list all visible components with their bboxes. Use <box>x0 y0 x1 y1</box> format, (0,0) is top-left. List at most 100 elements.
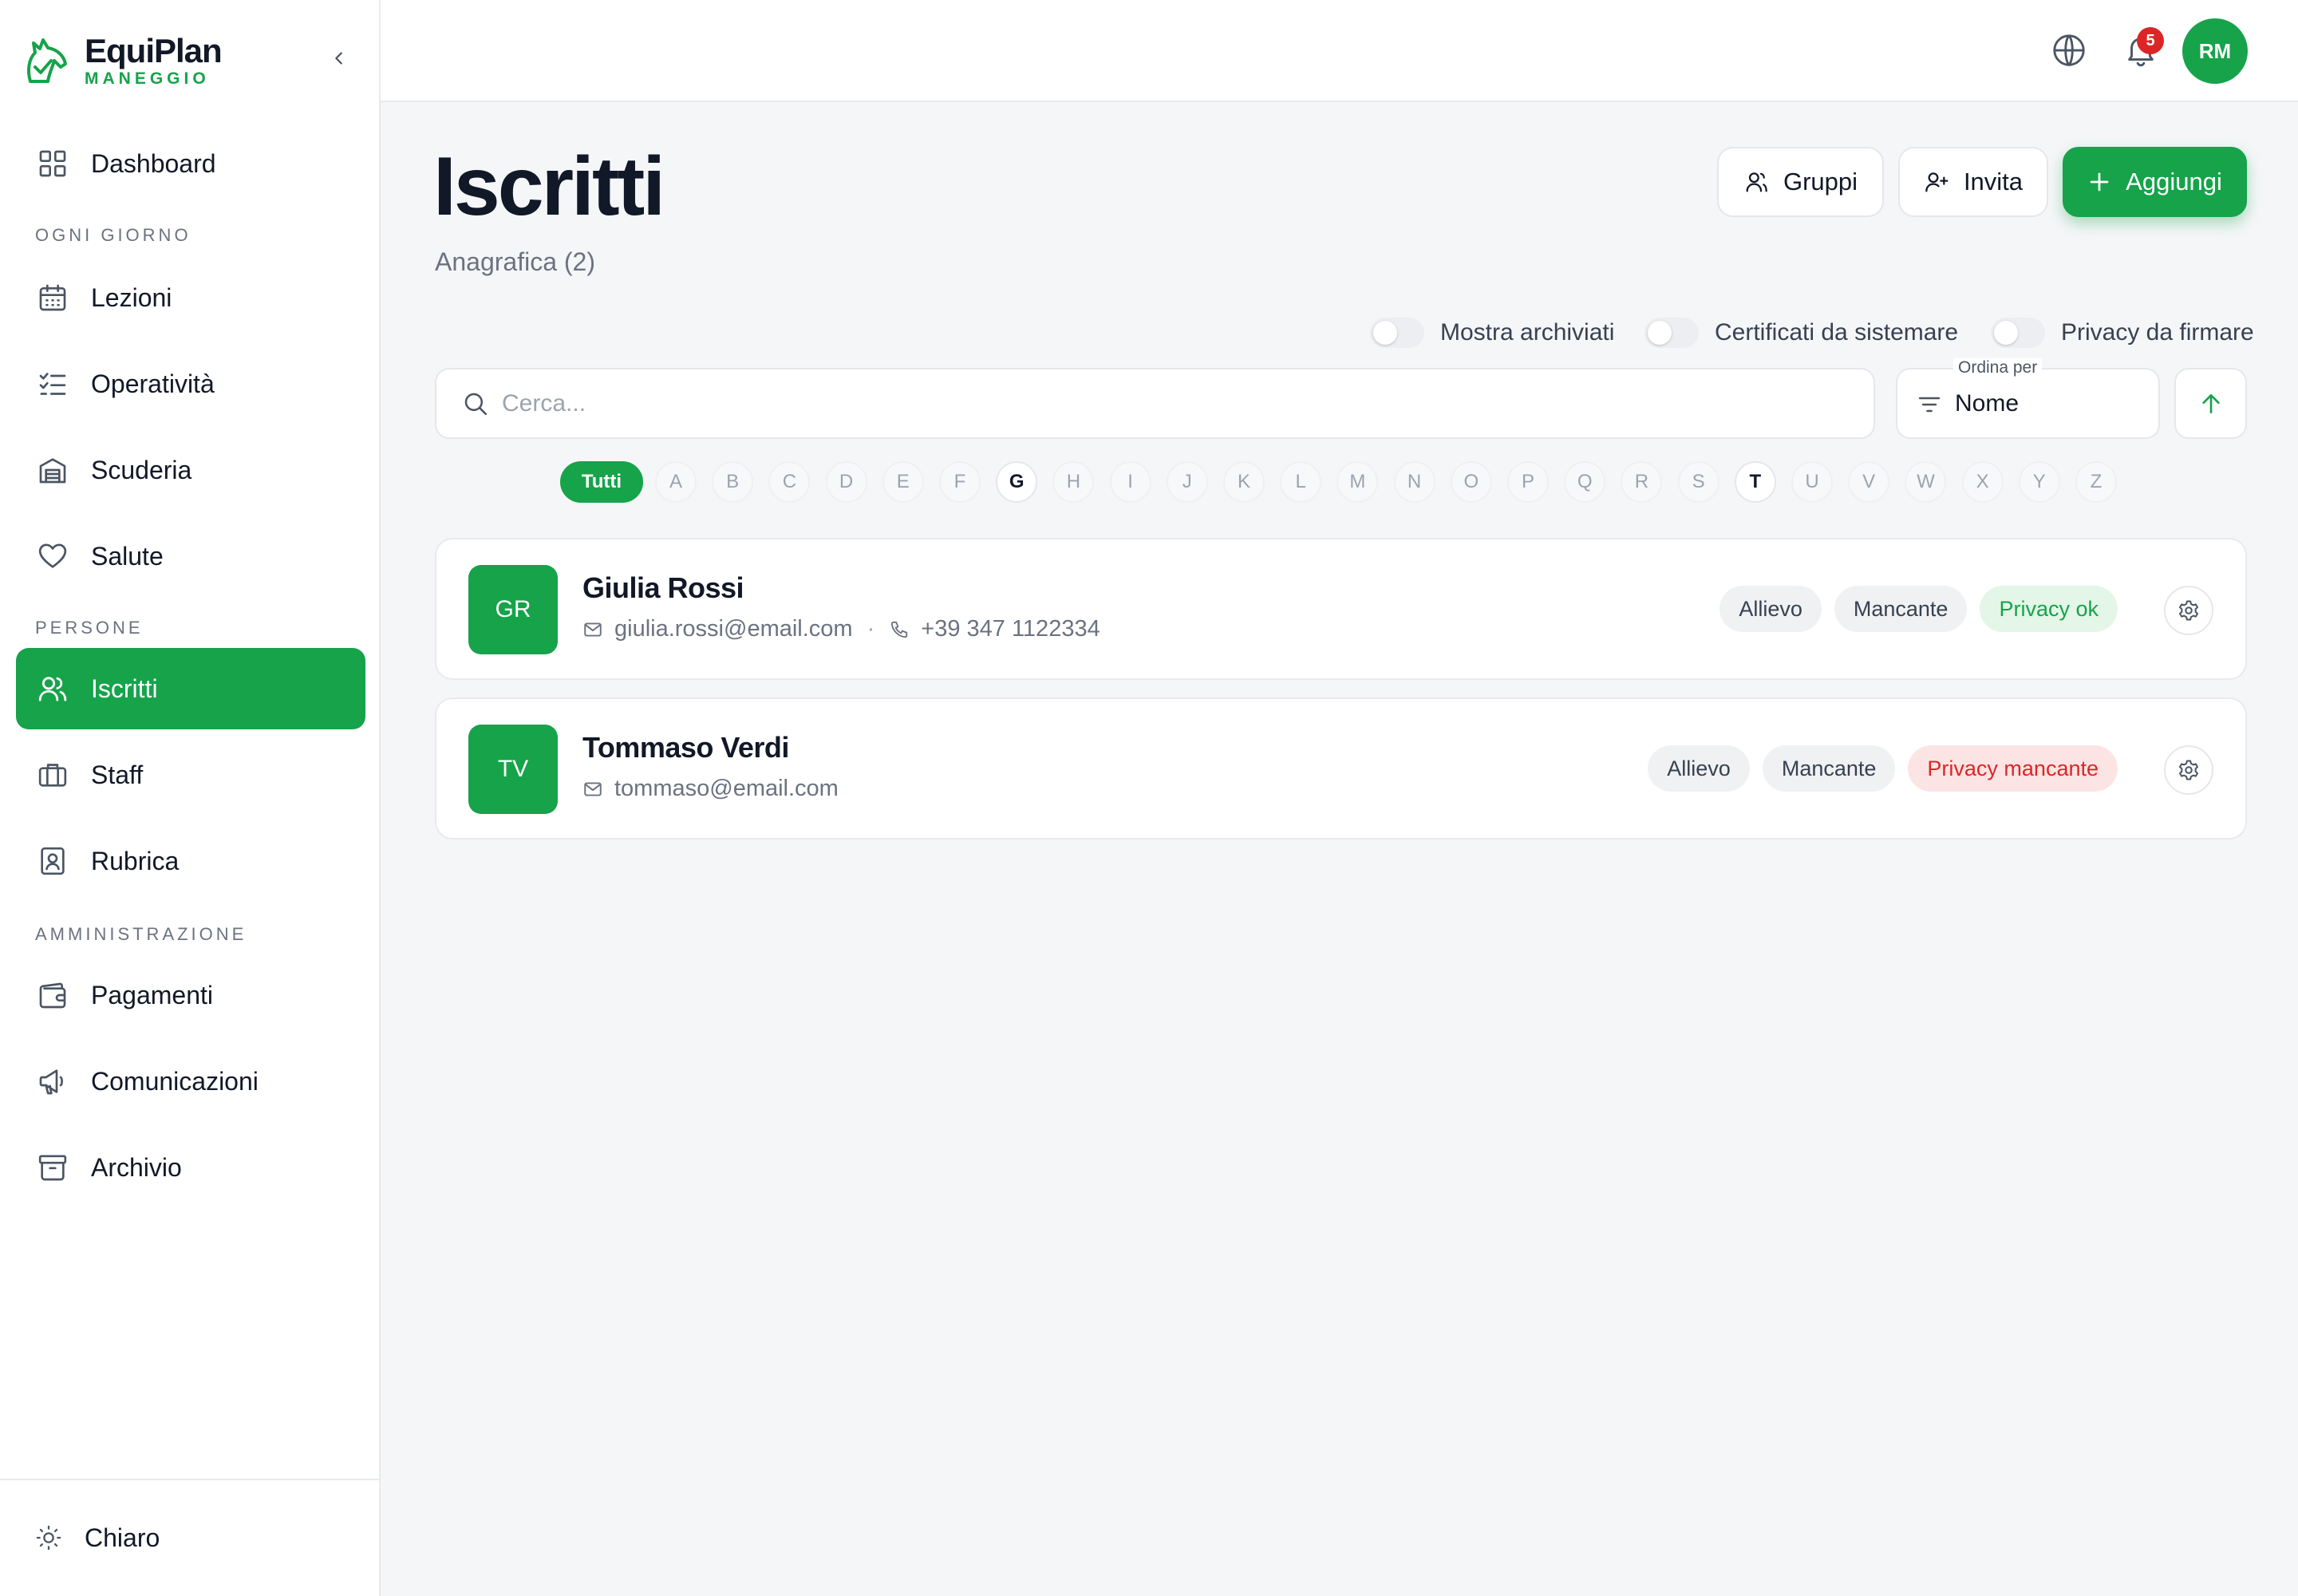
brand-logo-link[interactable]: EquiPlan MANEGGIO <box>22 29 223 93</box>
sidebar-item-operativita[interactable]: Operatività <box>16 343 365 425</box>
member-email[interactable]: tommaso@email.com <box>614 776 839 802</box>
alphabet-letter-l[interactable]: L <box>1280 461 1322 503</box>
alphabet-letter-x[interactable]: X <box>1961 461 2004 503</box>
member-card[interactable]: GR Giulia Rossi giulia.rossi@email.com ·… <box>435 538 2247 680</box>
add-button[interactable]: Aggiungi <box>2063 147 2247 217</box>
alphabet-letter-j[interactable]: J <box>1166 461 1208 503</box>
phone-icon <box>891 621 908 638</box>
sidebar-item-label: Comunicazioni <box>91 1066 259 1096</box>
page-title: Iscritti <box>433 140 665 233</box>
sidebar-item-pagamenti[interactable]: Pagamenti <box>16 954 365 1036</box>
member-avatar: TV <box>468 725 558 814</box>
gear-icon <box>2179 600 2198 621</box>
alphabet-letter-q[interactable]: Q <box>1564 461 1606 503</box>
member-email[interactable]: giulia.rossi@email.com <box>614 616 853 642</box>
alphabet-letter-d[interactable]: D <box>825 461 867 503</box>
member-contact: tommaso@email.com <box>582 776 839 802</box>
plus-icon <box>2090 172 2109 192</box>
sidebar-item-label: Pagamenti <box>91 980 213 1009</box>
theme-label: Chiaro <box>85 1523 160 1552</box>
filter-lines-icon <box>1918 397 1941 413</box>
member-settings-button[interactable] <box>2164 745 2213 795</box>
member-contact: giulia.rossi@email.com · +39 347 1122334 <box>582 616 1100 642</box>
heart-icon <box>38 543 67 568</box>
alphabet-letter-v[interactable]: V <box>1848 461 1890 503</box>
alphabet-letter-w[interactable]: W <box>1905 461 1947 503</box>
chevron-left-icon <box>335 52 342 65</box>
section-label-admin: AMMINISTRAZIONE <box>35 924 247 944</box>
grid-icon <box>39 150 66 177</box>
switch-certificates[interactable] <box>1645 318 1699 348</box>
collapse-sidebar-button[interactable] <box>324 43 354 73</box>
globe-icon[interactable] <box>2051 32 2087 69</box>
alphabet-letter-u[interactable]: U <box>1791 461 1833 503</box>
users-icon <box>38 677 67 701</box>
wallet-icon <box>39 982 66 1009</box>
sidebar-item-dashboard[interactable]: Dashboard <box>16 123 365 204</box>
archive-icon <box>38 1155 67 1181</box>
sidebar-item-salute[interactable]: Salute <box>16 516 365 597</box>
section-label-daily: OGNI GIORNO <box>35 225 192 245</box>
sidebar: EquiPlan MANEGGIO Dashboard OGNI GIORNO … <box>0 0 381 1596</box>
sidebar-item-scuderia[interactable]: Scuderia <box>16 429 365 511</box>
member-name[interactable]: Giulia Rossi <box>582 571 744 605</box>
sidebar-item-archivio[interactable]: Archivio <box>16 1127 365 1208</box>
alphabet-letter-p[interactable]: P <box>1507 461 1549 503</box>
alphabet-letter-y[interactable]: Y <box>2018 461 2060 503</box>
alphabet-letter-a[interactable]: A <box>655 461 697 503</box>
sidebar-item-label: Archivio <box>91 1152 182 1182</box>
alphabet-letter-k[interactable]: K <box>1223 461 1265 503</box>
search-input[interactable] <box>500 381 1844 427</box>
switch-privacy[interactable] <box>1991 318 2045 348</box>
user-avatar[interactable]: RM <box>2182 18 2248 84</box>
sidebar-item-label: Staff <box>91 760 144 789</box>
alphabet-letter-o[interactable]: O <box>1450 461 1492 503</box>
sidebar-item-lezioni[interactable]: Lezioni <box>16 257 365 338</box>
tag-privacy: Privacy mancante <box>1908 745 2118 792</box>
member-phone[interactable]: +39 347 1122334 <box>921 616 1100 642</box>
sidebar-item-iscritti[interactable]: Iscritti <box>16 648 365 729</box>
toggle-privacy[interactable]: Privacy da firmare <box>1991 313 2254 353</box>
user-group-icon <box>1746 172 1767 192</box>
sidebar-item-rubrica[interactable]: Rubrica <box>16 820 365 902</box>
sidebar-item-label: Operatività <box>91 369 215 398</box>
sort-select[interactable]: Ordina per Nome <box>1896 358 2160 439</box>
member-card[interactable]: TV Tommaso Verdi tommaso@email.com Allie… <box>435 697 2247 839</box>
tag-certificate: Mancante <box>1762 745 1896 792</box>
member-settings-button[interactable] <box>2164 586 2213 635</box>
alphabet-letter-f[interactable]: F <box>939 461 981 503</box>
alphabet-letter-i[interactable]: I <box>1109 461 1151 503</box>
alphabet-letter-n[interactable]: N <box>1393 461 1435 503</box>
alphabet-letter-r[interactable]: R <box>1621 461 1663 503</box>
groups-button[interactable]: Gruppi <box>1717 147 1884 217</box>
tag-certificate: Mancante <box>1834 586 1968 632</box>
invite-button[interactable]: Invita <box>1898 147 2048 217</box>
contact-book-icon <box>41 847 65 875</box>
switch-show-archived[interactable] <box>1370 318 1424 348</box>
sidebar-item-comunicazioni[interactable]: Comunicazioni <box>16 1041 365 1122</box>
sort-direction-button[interactable] <box>2174 368 2247 439</box>
alphabet-letter-c[interactable]: C <box>768 461 811 503</box>
notification-badge: 5 <box>2137 27 2164 54</box>
theme-toggle-button[interactable]: Chiaro <box>35 1514 160 1562</box>
arrow-up-icon <box>2201 393 2220 413</box>
checklist-icon <box>39 373 66 395</box>
sidebar-item-label: Dashboard <box>91 148 216 178</box>
sidebar-item-staff[interactable]: Staff <box>16 734 365 816</box>
toggle-show-archived[interactable]: Mostra archiviati <box>1370 313 1614 353</box>
alphabet-letter-s[interactable]: S <box>1677 461 1720 503</box>
alphabet-letter-z[interactable]: Z <box>2075 461 2117 503</box>
member-tags: Allievo Mancante Privacy mancante <box>1635 745 2118 792</box>
gear-icon <box>2179 760 2198 780</box>
separator-dot: · <box>867 616 875 642</box>
member-name[interactable]: Tommaso Verdi <box>582 731 789 764</box>
toggle-certificates[interactable]: Certificati da sistemare <box>1645 313 1958 353</box>
alphabet-letter-t[interactable]: T <box>1734 461 1776 503</box>
alphabet-letter-h[interactable]: H <box>1052 461 1095 503</box>
alphabet-letter-b[interactable]: B <box>712 461 754 503</box>
alphabet-letter-g[interactable]: G <box>996 461 1038 503</box>
alphabet-letter-m[interactable]: M <box>1337 461 1379 503</box>
sidebar-item-label: Iscritti <box>91 674 158 703</box>
alphabet-letter-e[interactable]: E <box>882 461 924 503</box>
alphabet-all-button[interactable]: Tutti <box>560 461 643 503</box>
